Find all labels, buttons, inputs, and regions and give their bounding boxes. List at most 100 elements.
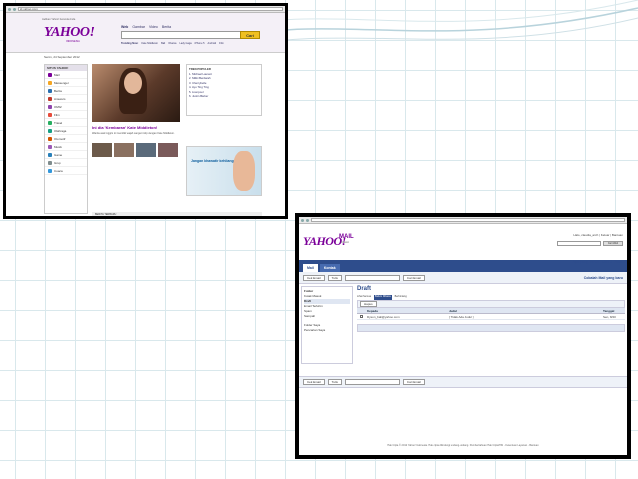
tab-mail[interactable]: Mail — [303, 264, 318, 272]
filter-starred[interactable]: Berbintang — [395, 295, 407, 300]
sidebar-item-label: Messenger — [54, 80, 69, 85]
back-icon[interactable] — [8, 7, 11, 11]
sidebar-item[interactable]: Mail — [45, 71, 87, 79]
trending-link[interactable]: Lady Gaga — [179, 42, 191, 45]
sidebar-item[interactable]: Olahraga — [45, 127, 87, 135]
search-button[interactable]: Cari — [240, 31, 260, 39]
search-input[interactable] — [121, 31, 241, 39]
trending-label: Trending Now: — [121, 42, 139, 45]
col-subject[interactable]: Judul — [449, 308, 603, 313]
sidebar-item-label: Berita — [54, 88, 62, 93]
sidebar-item[interactable]: Messenger — [45, 79, 87, 87]
answers-icon — [48, 96, 52, 101]
featured-story: Ini dia 'Kembaran' Kate Middleton! Wanit… — [92, 64, 182, 214]
sidebar-item[interactable]: Answers — [45, 95, 87, 103]
tab-video[interactable]: Video — [149, 25, 158, 29]
trending-box: TREN POPULER 1. Michael Laurent 2. Milik… — [186, 64, 262, 116]
sidebar-item[interactable]: Game — [45, 151, 87, 159]
story-thumbnail[interactable] — [114, 143, 134, 157]
sidebar-item[interactable]: OMG! — [45, 103, 87, 111]
check-mail-button-bottom[interactable]: Cek Email — [303, 379, 325, 385]
trend-item[interactable]: 6. Justin Bieber — [189, 94, 259, 99]
trending-link[interactable]: Film — [219, 42, 224, 45]
trending-link[interactable]: Android — [208, 42, 217, 45]
account-link[interactable]: Apa yang baru? - Mail & Ponsel — [573, 260, 625, 264]
col-checkbox[interactable] — [357, 308, 367, 313]
game-icon — [48, 152, 52, 157]
groups-icon — [48, 160, 52, 165]
trending-link[interactable]: iPhone 5 — [195, 42, 205, 45]
bottom-toolbar: Cek Email Tulis Cari Email — [299, 376, 627, 388]
filter-unread[interactable]: Belum Dibaca — [374, 295, 392, 300]
tab-images[interactable]: Gambar — [132, 25, 145, 29]
sidebar-item[interactable]: Film — [45, 111, 87, 119]
story-thumbnail[interactable] — [158, 143, 178, 157]
sidebar-item[interactable]: Musik — [45, 143, 87, 151]
forward-icon[interactable] — [13, 7, 16, 11]
sports-icon — [48, 128, 52, 133]
forward-icon[interactable] — [306, 218, 309, 222]
trending-link[interactable]: Kate Middleton — [141, 42, 158, 45]
featured-summary: Wanita asal Inggris ini memiliki wajah s… — [92, 132, 175, 135]
message-list: Apa yang baru? - Mail & Ponsel Draft Lih… — [357, 260, 625, 364]
mail-search-input-bottom[interactable] — [344, 379, 400, 385]
yahoo-logo[interactable]: YAHOO! — [44, 25, 95, 41]
sidebar-item-label: Grup — [54, 160, 61, 165]
mail-label: MAIL — [339, 234, 354, 240]
tab-contacts[interactable]: Kontak — [319, 264, 340, 272]
delete-button[interactable]: Hapus — [360, 301, 377, 307]
col-date[interactable]: Tanggal — [603, 308, 625, 313]
cell-to: Dyson_bali@yahoo.com — [367, 315, 400, 319]
address-bar[interactable] — [311, 218, 625, 222]
row-checkbox[interactable] — [357, 314, 367, 319]
sidebar-item-label: Otomotif — [54, 136, 66, 141]
compose-button-bottom[interactable]: Tulis — [327, 379, 342, 385]
sidebar-item-label: OMG! — [54, 104, 62, 109]
advertisement[interactable]: Jangan khawatir kehilangan rambut — [186, 146, 262, 196]
news-icon — [48, 88, 52, 93]
yahoo-mail-screenshot: YAHOO! MAIL Classic Halo, claudia_arch |… — [295, 213, 631, 459]
compose-button[interactable]: Tulis — [327, 274, 342, 281]
web-search-input[interactable] — [557, 241, 601, 246]
sidebar-item[interactable]: Otomotif — [45, 135, 87, 143]
mail-body: Folder Kotak Masuk Draft Email Terkirim … — [299, 260, 627, 447]
mail-search-button[interactable]: Cari Email — [402, 274, 425, 281]
logo-subtitle: INDONESIA — [66, 40, 80, 43]
date-bar: Senin, 24 September 2012 — [6, 53, 285, 61]
story-thumbnail[interactable] — [136, 143, 156, 157]
featured-photo[interactable] — [92, 64, 180, 122]
auto-icon — [48, 136, 52, 141]
new-mail-link[interactable]: Cobalah Mail yang baru — [584, 276, 623, 280]
yahoo-header: Jadikan Yahoo! beranda Anda YAHOO! INDON… — [6, 13, 285, 53]
sidebar-item[interactable]: Cuaca — [45, 167, 87, 175]
col-to[interactable]: Kepada — [367, 308, 449, 313]
mail-toolbar: Cek Email Tulis Cari Email Cobalah Mail … — [299, 272, 627, 284]
story-thumbnails — [92, 143, 182, 157]
story-thumbnail[interactable] — [92, 143, 112, 157]
trending-link[interactable]: Obama — [168, 42, 176, 45]
my-searches[interactable]: Pencarian Saya — [304, 328, 350, 333]
sidebar-item[interactable]: Berita — [45, 87, 87, 95]
weather-icon — [48, 168, 52, 173]
browser-toolbar: id.yahoo.com — [6, 6, 285, 13]
featured-headline[interactable]: Ini dia 'Kembaran' Kate Middleton! — [92, 125, 182, 130]
sidebar-item[interactable]: Travel — [45, 119, 87, 127]
check-mail-button[interactable]: Cek Email — [303, 274, 325, 281]
mail-search-button-bottom[interactable]: Cari Email — [402, 379, 425, 385]
web-search-button[interactable]: Cari Web — [603, 241, 623, 246]
filter-all[interactable]: Lihat Semua — [357, 295, 371, 300]
sidebar-item-label: Answers — [54, 96, 66, 101]
trending-link[interactable]: Bali — [161, 42, 165, 45]
back-icon[interactable] — [301, 218, 304, 222]
omg-icon — [48, 104, 52, 109]
top-link[interactable]: Jadikan Yahoo! beranda Anda — [42, 18, 75, 21]
tab-news[interactable]: Berita — [162, 25, 171, 29]
mail-search-input[interactable] — [344, 274, 400, 281]
sidebar-item-label: Travel — [54, 120, 63, 125]
tab-web[interactable]: Web — [121, 25, 128, 29]
folder-trash[interactable]: Sampah — [304, 314, 350, 319]
table-row[interactable]: Dyson_bali@yahoo.com [ Tidak Ada Judul ]… — [357, 314, 625, 320]
user-bar[interactable]: Halo, claudia_arch | Keluar | Bantuan — [573, 233, 623, 237]
sidebar-item[interactable]: Grup — [45, 159, 87, 167]
address-bar[interactable]: id.yahoo.com — [18, 7, 283, 11]
